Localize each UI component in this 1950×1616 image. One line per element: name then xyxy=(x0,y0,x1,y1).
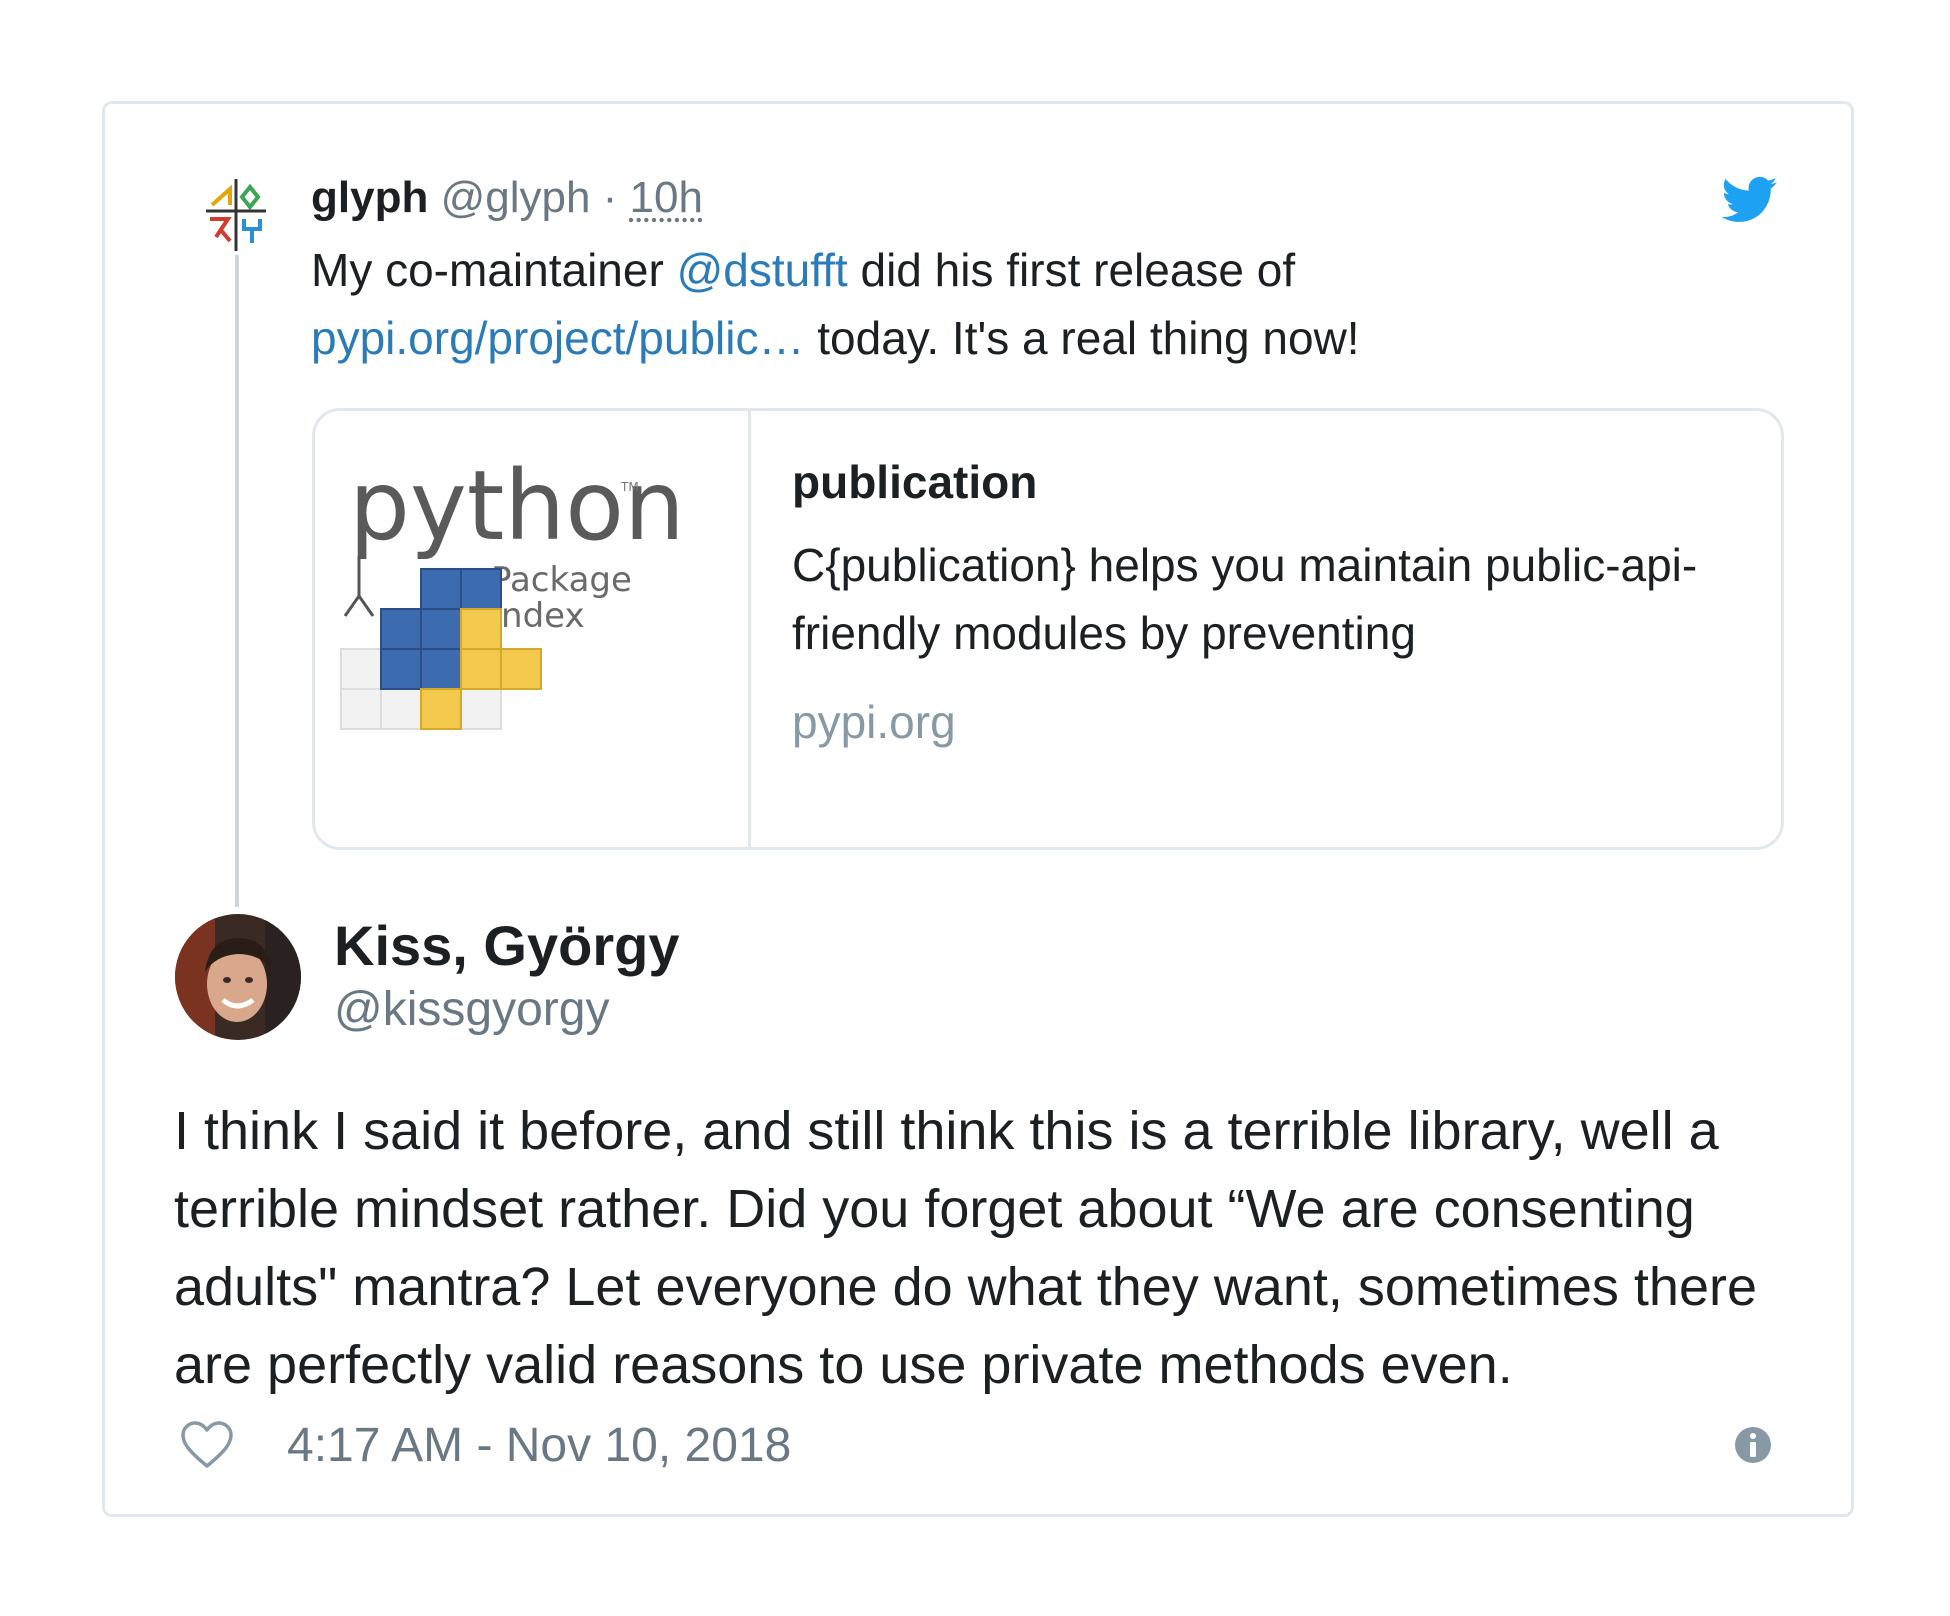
glyph-avatar[interactable] xyxy=(202,175,270,255)
heart-icon[interactable] xyxy=(180,1420,234,1470)
separator-dot: · xyxy=(602,173,618,222)
kissgyorgy-avatar[interactable] xyxy=(175,914,301,1040)
quoted-author-handle[interactable]: @glyph xyxy=(441,173,591,222)
link-card-description: C{publication} helps you maintain public… xyxy=(792,539,1698,659)
quoted-tweet-header: glyph @glyph · 10h xyxy=(311,170,703,226)
quoted-tweet-time[interactable]: 10h xyxy=(630,173,703,222)
pypi-logo-index: Index xyxy=(491,596,585,636)
thread-line xyxy=(235,255,239,907)
link-card-domain: pypi.org xyxy=(792,696,956,748)
tweet-text: I think I said it before, and still thin… xyxy=(174,1101,1758,1395)
link-preview-card[interactable]: python TM Package Index publication C{pu… xyxy=(312,408,1784,850)
quoted-text-middle: did his first release of xyxy=(847,244,1296,296)
pypi-link[interactable]: pypi.org/project/public… xyxy=(311,312,804,364)
author-name[interactable]: Kiss, György xyxy=(334,913,679,978)
quoted-text-end: today. It's a real thing now! xyxy=(804,312,1360,364)
mention-link[interactable]: @dstufft xyxy=(677,244,848,296)
pypi-logo-wordmark: python xyxy=(349,450,685,562)
link-card-title: publication xyxy=(792,456,1038,508)
pypi-logo-image: python TM Package Index xyxy=(315,411,751,847)
info-icon[interactable] xyxy=(1733,1425,1773,1465)
pypi-logo-tm: TM xyxy=(620,480,639,494)
quoted-text-start: My co-maintainer xyxy=(311,244,677,296)
author-handle[interactable]: @kissgyorgy xyxy=(334,982,609,1037)
quoted-author-name[interactable]: glyph xyxy=(311,173,428,222)
pypi-logo: python TM Package Index xyxy=(340,450,685,730)
twitter-bird-icon[interactable] xyxy=(1722,176,1778,224)
pypi-logo-package: Package xyxy=(491,560,632,600)
quoted-tweet-text: My co-maintainer @dstufft did his first … xyxy=(311,236,1761,372)
tweet-timestamp[interactable]: 4:17 AM - Nov 10, 2018 xyxy=(287,1418,791,1473)
